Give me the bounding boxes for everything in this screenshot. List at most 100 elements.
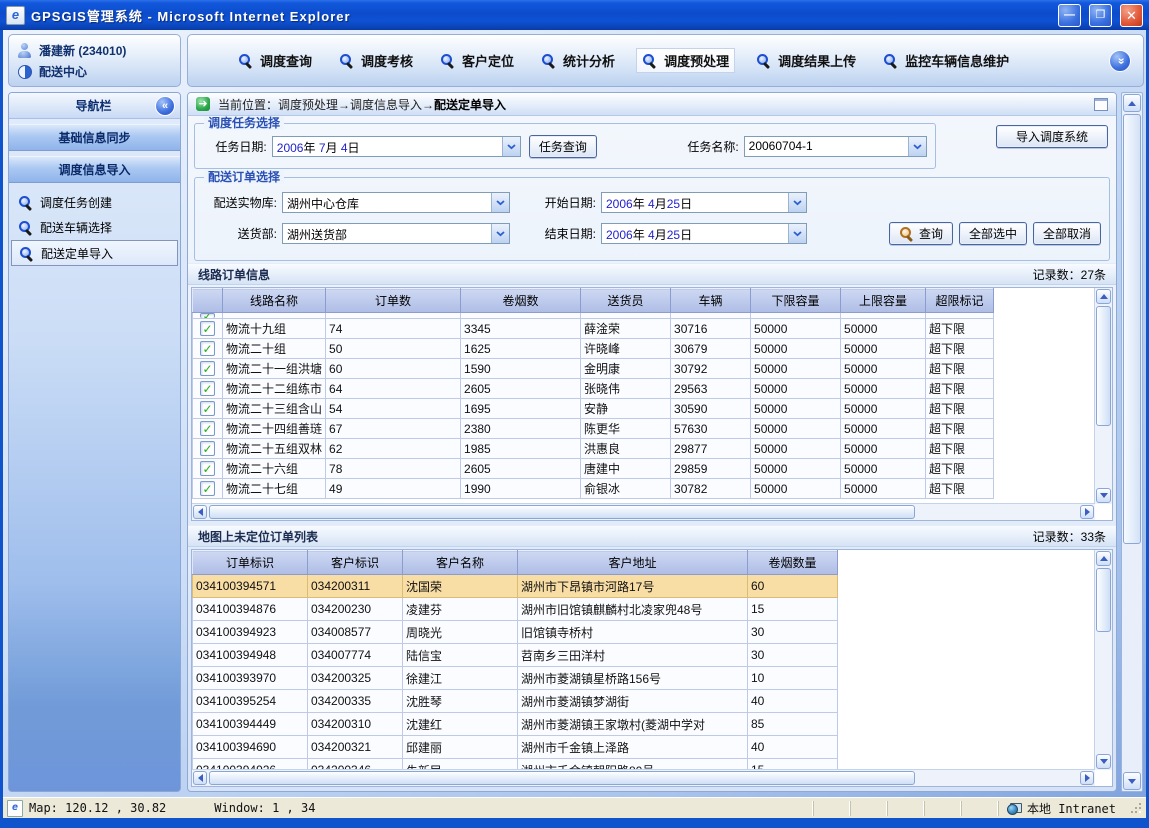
scroll-down-button[interactable] xyxy=(1123,772,1141,790)
row-checkbox[interactable]: ✓ xyxy=(200,361,215,376)
column-header[interactable]: 送货员 xyxy=(581,289,671,313)
table-row[interactable]: 034100393970034200325徐建江湖州市菱湖镇星桥路156号10 xyxy=(193,667,838,690)
chevron-down-icon[interactable] xyxy=(908,137,926,156)
column-header[interactable]: 客户名称 xyxy=(403,551,518,575)
column-header[interactable]: 订单标识 xyxy=(193,551,308,575)
column-header[interactable]: 客户地址 xyxy=(518,551,748,575)
row-checkbox[interactable]: ✓ xyxy=(200,481,215,496)
sidebar-group-button[interactable]: 基础信息同步 xyxy=(9,124,180,151)
nav-item[interactable]: 调度查询 xyxy=(238,51,312,70)
row-checkbox[interactable]: ✓ xyxy=(200,421,215,436)
task-name-select[interactable]: 20060704-1 xyxy=(744,136,927,157)
minimize-button[interactable]: — xyxy=(1058,4,1081,27)
row-checkbox[interactable]: ✓ xyxy=(200,441,215,456)
chevron-down-icon[interactable] xyxy=(788,193,806,212)
maximize-button[interactable]: ❐ xyxy=(1089,4,1112,27)
column-header[interactable]: 超限标记 xyxy=(926,289,994,313)
scroll-thumb[interactable] xyxy=(1096,568,1111,632)
table-row[interactable]: 034100394876034200230凌建芬湖州市旧馆镇麒麟村北凌家兜48号… xyxy=(193,598,838,621)
scroll-down-button[interactable] xyxy=(1096,488,1111,503)
scroll-up-button[interactable] xyxy=(1096,551,1111,566)
chevron-down-icon[interactable] xyxy=(491,193,509,212)
table-row[interactable]: 034100394923034008577周晓光旧馆镇寺桥村30 xyxy=(193,621,838,644)
start-date-picker[interactable]: 2006年 4月25日 xyxy=(601,192,807,213)
scroll-up-button[interactable] xyxy=(1123,94,1141,112)
row-checkbox[interactable]: ✓ xyxy=(200,341,215,356)
vertical-scrollbar[interactable] xyxy=(1094,288,1112,504)
table-row[interactable]: ✓物流十九组743345薛淦荣307165000050000超下限 xyxy=(193,319,994,339)
collapse-nav-button[interactable]: « xyxy=(1109,50,1131,72)
table-row[interactable]: 034100394449034200310沈建红湖州市菱湖镇王家墩村(菱湖中学对… xyxy=(193,713,838,736)
chevron-down-icon[interactable] xyxy=(502,137,520,156)
column-header[interactable]: 客户标识 xyxy=(308,551,403,575)
row-checkbox[interactable]: ✓ xyxy=(200,401,215,416)
close-button[interactable]: ✕ xyxy=(1120,4,1143,27)
table-row[interactable]: 034100394948034007774陆信宝苕南乡三田洋村30 xyxy=(193,644,838,667)
row-checkbox[interactable]: ✓ xyxy=(200,461,215,476)
column-header[interactable] xyxy=(193,289,223,313)
table-row[interactable]: ✓物流二十一组洪塘601590金明康307925000050000超下限 xyxy=(193,359,994,379)
column-header[interactable]: 线路名称 xyxy=(223,289,326,313)
query-button[interactable]: 查询 xyxy=(889,222,953,245)
table-row[interactable]: ✓物流二十七组491990俞银冰307825000050000超下限 xyxy=(193,479,994,499)
scroll-thumb[interactable] xyxy=(1096,306,1111,426)
table-row[interactable]: 034100395254034200335沈胜琴湖州市菱湖镇梦湖街40 xyxy=(193,690,838,713)
table-row[interactable]: ✓物流二十三组含山541695安静305905000050000超下限 xyxy=(193,399,994,419)
order-record-count: 记录数：33条 xyxy=(1033,528,1106,545)
column-header[interactable]: 上限容量 xyxy=(841,289,926,313)
page-scrollbar[interactable] xyxy=(1121,92,1143,792)
delivery-dept-select[interactable]: 湖州送货部 xyxy=(282,223,510,244)
nav-item[interactable]: 客户定位 xyxy=(440,51,514,70)
scroll-up-button[interactable] xyxy=(1096,289,1111,304)
sidebar-item[interactable]: 调度任务创建 xyxy=(11,190,178,214)
chevron-down-icon[interactable] xyxy=(491,224,509,243)
nav-item[interactable]: 调度预处理 xyxy=(636,48,735,73)
scroll-thumb[interactable] xyxy=(209,771,915,785)
table-row[interactable]: 034100394690034200321邱建丽湖州市千金镇上泽路40 xyxy=(193,736,838,759)
scroll-right-button[interactable] xyxy=(1080,505,1094,519)
cell: 1625 xyxy=(461,339,581,359)
scroll-left-button[interactable] xyxy=(193,771,207,785)
nav-item[interactable]: 调度结果上传 xyxy=(756,51,856,70)
resize-grip[interactable] xyxy=(1130,802,1142,814)
scroll-thumb[interactable] xyxy=(209,505,915,519)
import-to-dispatch-button[interactable]: 导入调度系统 xyxy=(996,125,1108,148)
column-header[interactable]: 车辆 xyxy=(671,289,751,313)
scroll-right-button[interactable] xyxy=(1080,771,1094,785)
warehouse-select[interactable]: 湖州中心仓库 xyxy=(282,192,510,213)
table-row[interactable]: ✓物流二十二组练市642605张晓伟295635000050000超下限 xyxy=(193,379,994,399)
scroll-left-button[interactable] xyxy=(193,505,207,519)
table-row[interactable]: ✓物流二十组501625许晓峰306795000050000超下限 xyxy=(193,339,994,359)
sidebar-item[interactable]: 配送车辆选择 xyxy=(11,215,178,239)
row-checkbox[interactable]: ✓ xyxy=(200,313,215,318)
chevron-down-icon[interactable] xyxy=(788,224,806,243)
nav-item[interactable]: 调度考核 xyxy=(339,51,413,70)
scroll-thumb[interactable] xyxy=(1123,114,1141,544)
column-header[interactable]: 卷烟数 xyxy=(461,289,581,313)
table-row[interactable]: ✓物流二十四组善琏672380陈更华576305000050000超下限 xyxy=(193,419,994,439)
row-checkbox[interactable]: ✓ xyxy=(200,321,215,336)
nav-item[interactable]: 监控车辆信息维护 xyxy=(883,51,1009,70)
column-header[interactable]: 订单数 xyxy=(326,289,461,313)
task-query-button[interactable]: 任务查询 xyxy=(529,135,597,158)
column-header[interactable]: 下限容量 xyxy=(751,289,841,313)
nav-item[interactable]: 统计分析 xyxy=(541,51,615,70)
sidebar-item-label: 配送定单导入 xyxy=(41,245,113,262)
vertical-scrollbar[interactable] xyxy=(1094,550,1112,770)
column-header[interactable]: 卷烟数量 xyxy=(748,551,838,575)
sidebar-item[interactable]: 配送定单导入 xyxy=(11,240,178,266)
horizontal-scrollbar[interactable] xyxy=(192,769,1095,786)
end-date-picker[interactable]: 2006年 4月25日 xyxy=(601,223,807,244)
scroll-down-button[interactable] xyxy=(1096,754,1111,769)
table-row[interactable]: 034100394571034200311沈国荣湖州市下昂镇市河路17号60 xyxy=(193,575,838,598)
table-row[interactable]: ✓物流二十五组双林621985洪惠良298775000050000超下限 xyxy=(193,439,994,459)
deselect-all-button[interactable]: 全部取消 xyxy=(1033,222,1101,245)
panel-collapse-box[interactable] xyxy=(1094,98,1108,111)
sidebar-group-button[interactable]: 调度信息导入 xyxy=(9,156,180,183)
table-row[interactable]: ✓物流二十六组782605唐建中298595000050000超下限 xyxy=(193,459,994,479)
row-checkbox[interactable]: ✓ xyxy=(200,381,215,396)
horizontal-scrollbar[interactable] xyxy=(192,503,1095,520)
collapse-sidebar-button[interactable]: « xyxy=(155,96,175,116)
task-date-picker[interactable]: 2006年 7月 4日 xyxy=(272,136,521,157)
select-all-button[interactable]: 全部选中 xyxy=(959,222,1027,245)
